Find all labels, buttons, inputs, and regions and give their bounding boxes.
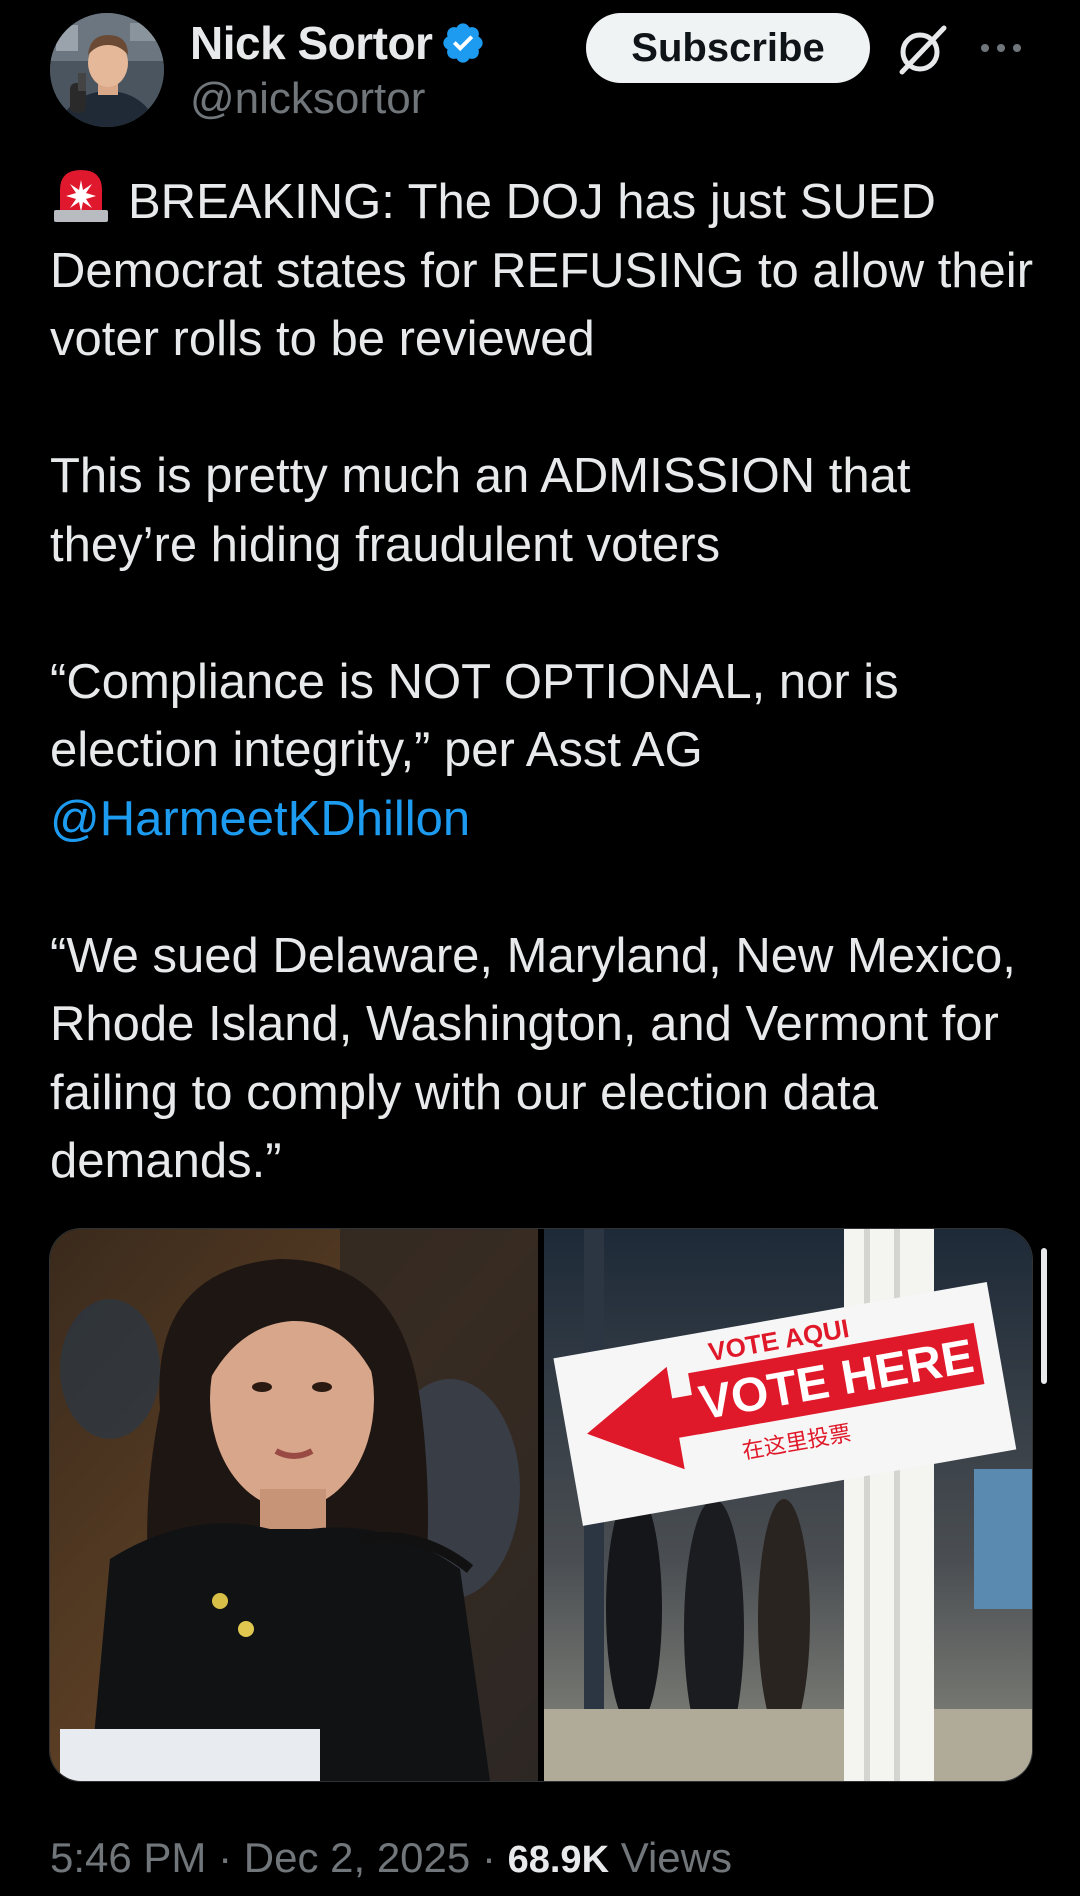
author-name-row[interactable]: Nick Sortor xyxy=(190,12,486,74)
media-grid: VOTE AQUI VOTE HERE 在这里投票 xyxy=(49,1228,1033,1782)
mention-link[interactable]: @HarmeetKDhillon xyxy=(50,792,470,846)
author-avatar[interactable] xyxy=(50,13,164,127)
tweet-paragraph-1: BREAKING: The DOJ has just SUED Democrat… xyxy=(50,166,1050,374)
tweet-time[interactable]: 5:46 PM xyxy=(50,1834,206,1881)
tweet-date[interactable]: Dec 2, 2025 xyxy=(244,1834,471,1881)
tweet-text: BREAKING: The DOJ has just SUED Democrat… xyxy=(50,166,1050,1196)
meta-separator: · xyxy=(218,1834,233,1881)
police-light-icon xyxy=(54,170,108,222)
hearing-photo[interactable] xyxy=(50,1229,538,1781)
tweet-paragraph-4: “We sued Delaware, Maryland, New Mexico,… xyxy=(50,928,1016,1189)
tweet-line-breaking: BREAKING: The DOJ has just SUED Democrat… xyxy=(50,175,1034,366)
verified-badge-icon xyxy=(443,23,484,63)
media-scroll-indicator xyxy=(1041,1248,1047,1384)
more-icon[interactable] xyxy=(975,28,1027,68)
grok-icon[interactable] xyxy=(892,20,952,80)
views-count[interactable]: 68.9K xyxy=(508,1839,609,1881)
tweet-meta: 5:46 PM · Dec 2, 2025 · 68.9K Views xyxy=(50,1830,732,1888)
author-display-name[interactable]: Nick Sortor xyxy=(190,16,433,70)
author-handle[interactable]: @nicksortor xyxy=(190,74,425,124)
tweet-paragraph-3: “Compliance is NOT OPTIONAL, nor is elec… xyxy=(50,648,1050,854)
meta-separator: · xyxy=(481,1834,496,1881)
subscribe-button[interactable]: Subscribe xyxy=(586,13,870,83)
avatar-photo xyxy=(50,13,164,127)
vote-sign-photo[interactable]: VOTE AQUI VOTE HERE 在这里投票 xyxy=(544,1229,1032,1781)
tweet-quote-compliance: “Compliance is NOT OPTIONAL, nor is elec… xyxy=(50,654,899,778)
views-label: Views xyxy=(620,1834,732,1881)
tweet-paragraph-2: This is pretty much an ADMISSION that th… xyxy=(50,449,911,572)
